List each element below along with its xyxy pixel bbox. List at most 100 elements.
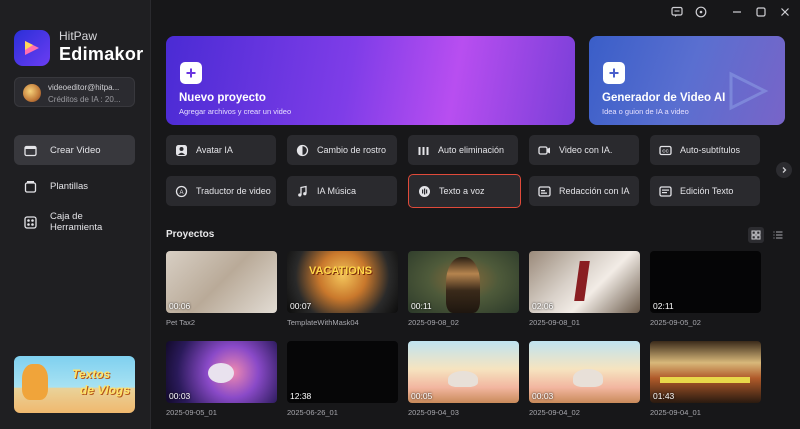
tool-traductor-de-video[interactable]: A Traductor de video [166, 176, 276, 206]
tie-image [574, 261, 590, 301]
promo-text-line2: de Vlogs [80, 383, 131, 397]
project-thumbnail[interactable]: 00:03 [166, 341, 277, 403]
project-duration: 00:07 [290, 301, 312, 311]
account-box[interactable]: videoeditor@hitpa... Créditos de IA : 20… [14, 77, 135, 107]
tool-label: Auto-subtítulos [680, 145, 741, 155]
vacations-thumbnail-text: VACATIONS [309, 265, 373, 277]
tool-label: Auto eliminación [438, 145, 505, 155]
brand-company: HitPaw [59, 29, 98, 43]
list-view-icon[interactable] [770, 227, 786, 243]
project-thumbnail[interactable]: 00:06 [166, 251, 277, 313]
avatar [23, 84, 41, 102]
tool-label: Avatar IA [196, 145, 233, 155]
project-thumbnail[interactable]: 02:06 [529, 251, 640, 313]
feedback-icon[interactable] [670, 5, 684, 19]
translate-icon: A [175, 185, 188, 198]
sidebar-item-crear-video[interactable]: Crear Video [14, 135, 135, 165]
maximize-icon[interactable] [754, 5, 768, 19]
toolbox-icon [24, 215, 37, 229]
tool-texto-a-voz[interactable]: Texto a voz [408, 174, 521, 208]
tool-video-con-ia[interactable]: Video con IA. [529, 135, 639, 165]
tools-next-button[interactable] [776, 162, 792, 178]
grid-view-icon[interactable] [748, 227, 764, 243]
project-thumbnail[interactable]: 02:11 [650, 251, 761, 313]
tool-cambio-de-rostro[interactable]: Cambio de rostro [287, 135, 397, 165]
sidebar-item-label: Crear Video [50, 144, 101, 156]
project-name[interactable]: 2025-09-08_02 [408, 318, 459, 327]
project-thumbnail[interactable]: 12:38 [287, 341, 398, 403]
plus-icon [603, 62, 625, 84]
project-name[interactable]: 2025-09-05_01 [166, 408, 217, 417]
subtitles-icon: CC [659, 144, 672, 157]
template-icon [24, 180, 37, 193]
tool-auto-eliminacion[interactable]: Auto eliminación [408, 135, 518, 165]
cat-window-image [573, 369, 603, 387]
sidebar: HitPaw Edimakor videoeditor@hitpa... Cré… [0, 0, 151, 429]
play-decoration-icon [729, 71, 769, 111]
sidebar-item-caja-de-herramienta[interactable]: Caja de Herramienta [14, 207, 135, 237]
tool-label: IA Música [317, 186, 357, 196]
tool-label: Redacción con IA [559, 186, 630, 196]
new-project-card[interactable]: Nuevo proyecto Agregar archivos y crear … [166, 36, 575, 125]
ai-generator-subtitle: Idea o guion de IA a video [602, 107, 689, 116]
face-swap-icon [296, 144, 309, 157]
project-duration: 02:11 [653, 301, 674, 311]
project-duration: 02:06 [532, 301, 554, 311]
project-duration: 00:03 [169, 391, 191, 401]
close-icon[interactable] [778, 5, 792, 19]
vlog-text-promo-banner[interactable]: Textos de Vlogs [14, 356, 135, 413]
cat-window-image [448, 371, 478, 387]
brand-product: Edimakor [59, 44, 144, 64]
account-email: videoeditor@hitpa... [48, 83, 120, 92]
tool-label: Cambio de rostro [317, 145, 387, 155]
ai-video-icon [538, 144, 551, 157]
tool-label: Texto a voz [439, 186, 485, 196]
tool-avatar-ia[interactable]: Avatar IA [166, 135, 276, 165]
project-thumbnail[interactable]: 01:43 [650, 341, 761, 403]
project-name[interactable]: 2025-09-08_01 [529, 318, 580, 327]
avatar-icon [175, 144, 188, 157]
mona-lisa-figure-image [446, 257, 480, 313]
tool-edicion-texto[interactable]: Edición Texto [650, 176, 760, 206]
settings-icon[interactable] [694, 5, 708, 19]
ai-writing-icon [538, 185, 551, 198]
cat-astronaut-image [208, 363, 234, 383]
project-name[interactable]: 2025-09-04_02 [529, 408, 580, 417]
tool-redaccion-con-ia[interactable]: Redacción con IA [529, 176, 639, 206]
new-project-subtitle: Agregar archivos y crear un video [179, 107, 292, 116]
text-to-speech-icon [418, 185, 431, 198]
project-name[interactable]: Pet Tax2 [166, 318, 195, 327]
project-name[interactable]: 2025-09-04_03 [408, 408, 459, 417]
project-name[interactable]: 2025-09-04_01 [650, 408, 701, 417]
new-project-title: Nuevo proyecto [179, 92, 266, 104]
text-edit-icon [659, 185, 672, 198]
tool-label: Video con IA. [559, 145, 613, 155]
project-name[interactable]: 2025-06-26_01 [287, 408, 338, 417]
ai-generator-title: Generador de Video AI [602, 92, 726, 104]
project-thumbnail[interactable]: 00:11 [408, 251, 519, 313]
minimize-icon[interactable] [730, 5, 744, 19]
edimakor-logo-icon [14, 30, 50, 66]
project-name[interactable]: TemplateWithMask04 [287, 318, 359, 327]
project-thumbnail[interactable]: 00:03 [529, 341, 640, 403]
chevron-right-icon [782, 167, 787, 173]
project-thumbnail[interactable]: 00:05 [408, 341, 519, 403]
sidebar-item-label: Plantillas [50, 180, 89, 192]
auto-remove-icon [417, 144, 430, 157]
ai-video-generator-card[interactable]: Generador de Video AI Idea o guion de IA… [589, 36, 785, 125]
svg-text:CC: CC [662, 148, 669, 153]
music-icon [296, 185, 309, 198]
svg-text:A: A [179, 190, 183, 196]
tool-ia-musica[interactable]: IA Música [287, 176, 397, 206]
tool-label: Edición Texto [680, 186, 734, 196]
tool-label: Traductor de video [196, 186, 271, 196]
tool-auto-subtitulos[interactable]: CC Auto-subtítulos [650, 135, 760, 165]
promo-text-line1: Textos [72, 367, 111, 381]
sidebar-item-plantillas[interactable]: Plantillas [14, 171, 135, 201]
project-duration: 12:38 [290, 391, 312, 401]
video-plus-icon [24, 144, 37, 157]
ai-credits: Créditos de IA : 20... [48, 95, 121, 104]
project-thumbnail[interactable]: VACATIONS 00:07 [287, 251, 398, 313]
project-name[interactable]: 2025-09-05_02 [650, 318, 701, 327]
project-duration: 00:05 [411, 391, 433, 401]
